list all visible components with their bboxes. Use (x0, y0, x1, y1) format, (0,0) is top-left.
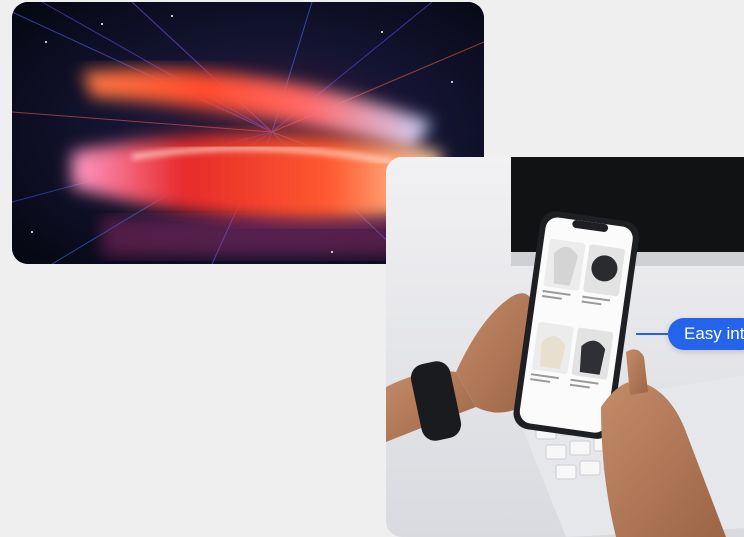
easy-integration-callout: Easy int (668, 318, 744, 350)
callout-connector-line (636, 333, 668, 335)
